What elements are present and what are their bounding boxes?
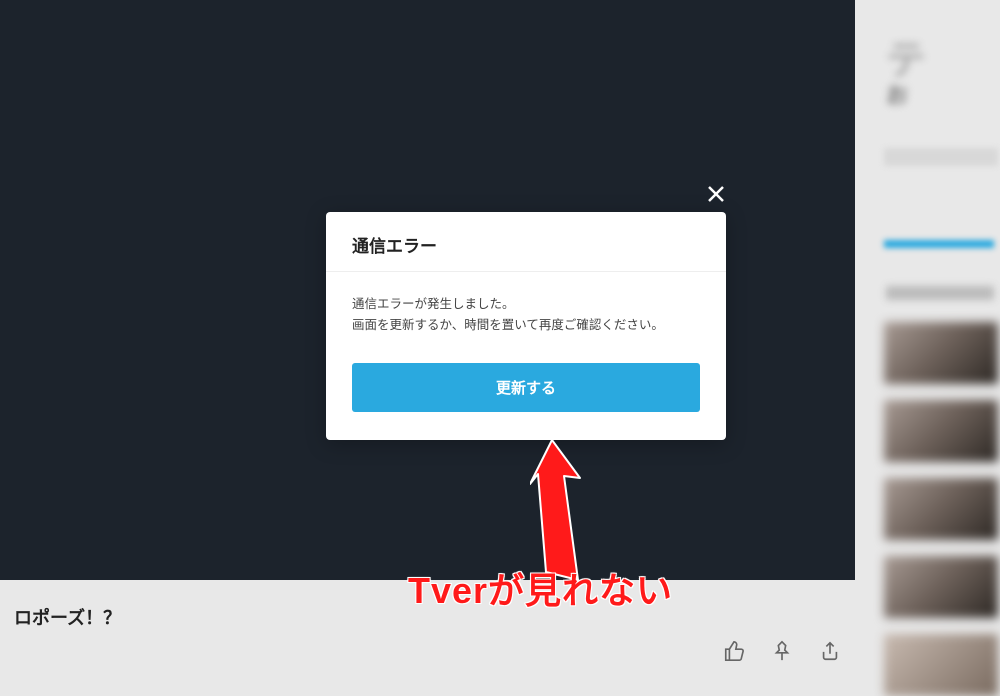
episode-title: ロポーズ！？ — [14, 604, 121, 630]
pin-icon[interactable] — [771, 640, 793, 662]
sidebar-placeholder-bar — [884, 148, 998, 166]
refresh-button[interactable]: 更新する — [352, 363, 700, 412]
annotation-text: Tverが見れない — [408, 562, 673, 614]
error-modal: 通信エラー 通信エラーが発生しました。 画面を更新するか、時間を置いて再度ご確認… — [326, 212, 726, 440]
modal-footer: 更新する — [326, 345, 726, 440]
sidebar-thumbnail[interactable] — [884, 634, 998, 696]
close-button[interactable] — [700, 178, 732, 210]
annotation-arrow — [530, 440, 590, 580]
sidebar-section-label-blur — [886, 286, 994, 300]
sidebar-thumbnail[interactable] — [884, 556, 998, 618]
close-icon — [704, 182, 728, 206]
sidebar-thumbnail[interactable] — [884, 322, 998, 384]
sidebar-subheading-blur: お — [886, 78, 908, 110]
sidebar-thumbnail[interactable] — [884, 478, 998, 540]
modal-message: 通信エラーが発生しました。 画面を更新するか、時間を置いて再度ご確認ください。 — [352, 294, 700, 337]
share-icon[interactable] — [819, 640, 841, 662]
modal-title: 通信エラー — [352, 232, 700, 257]
like-icon[interactable] — [723, 640, 745, 662]
sidebar-thumbnail[interactable] — [884, 400, 998, 462]
modal-header: 通信エラー — [326, 212, 726, 272]
action-bar — [723, 604, 841, 662]
sidebar-accent-bar — [884, 240, 994, 248]
modal-body: 通信エラーが発生しました。 画面を更新するか、時間を置いて再度ご確認ください。 — [326, 272, 726, 345]
